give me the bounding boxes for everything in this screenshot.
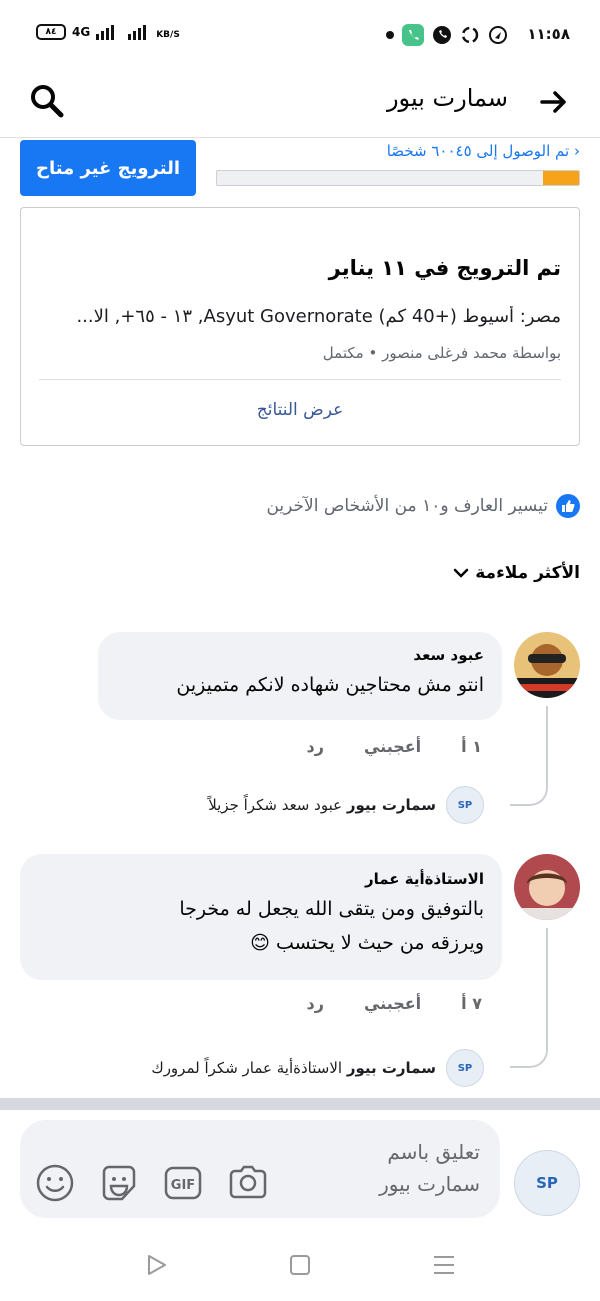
- comment-text: انتو مش محتاجين شهاده لانكم متميزين: [176, 674, 484, 696]
- reply-text-2: سمارت بيور الاستاذةأية عمار شكراً لمرورك: [151, 1059, 436, 1077]
- comment-text-line-2: ويرزقه من حيث لا يحتسب 😊: [38, 926, 484, 960]
- system-nav-bar: [0, 1240, 600, 1301]
- reply-body: عبود سعد شكراً جزيلاً: [208, 796, 343, 814]
- reply-thread-line: [510, 706, 548, 806]
- signal-icon-2: [128, 25, 147, 40]
- composer-icons: GIF: [34, 1162, 270, 1204]
- sort-dropdown[interactable]: الأكثر ملاءمة: [453, 563, 580, 583]
- like-count-2: ٧ أ: [461, 994, 482, 1013]
- like-icon: [556, 494, 580, 518]
- section-separator: [0, 1098, 600, 1110]
- status-right-icons: [386, 24, 508, 46]
- speed-unit: KB/S: [156, 30, 180, 40]
- arrow-right-icon[interactable]: [538, 86, 570, 118]
- battery-icon: ٨٤: [36, 24, 66, 40]
- comment-bubble[interactable]: عبود سعد انتو مش محتاجين شهاده لانكم متم…: [98, 632, 502, 720]
- network-label: 4G: [72, 25, 91, 39]
- comment-text-2: بالتوفيق ومن يتقى الله يجعل له مخرجا وير…: [38, 892, 484, 960]
- like-count: ١ أ: [461, 737, 482, 756]
- reactions-text: تيسير العارف و١٠ من الأشخاص الآخرين: [266, 496, 548, 516]
- promotion-card: تم الترويج في ١١ يناير مصر: أسيوط (+40 ك…: [20, 207, 580, 446]
- promotion-title: تم الترويج في ١١ يناير: [328, 256, 561, 280]
- status-left-icons: ٨٤ 4G KB/S: [36, 24, 180, 40]
- reply-author[interactable]: سمارت بيور: [347, 796, 436, 814]
- signal-icon: [96, 25, 115, 40]
- promotion-by-line: بواسطة محمد فرغلى منصور • مكتمل: [323, 344, 561, 362]
- promotion-status: مكتمل: [322, 344, 364, 362]
- reply-button-2[interactable]: رد: [307, 994, 324, 1013]
- smile-emoji-icon: 😊: [250, 932, 270, 954]
- like-button-2[interactable]: أعجبني: [364, 994, 421, 1013]
- view-results-link[interactable]: عرض النتائج: [21, 400, 579, 420]
- menu-icon[interactable]: [432, 1254, 456, 1276]
- commenter-avatar-2[interactable]: [514, 854, 580, 920]
- like-button[interactable]: أعجبني: [364, 737, 421, 756]
- promotion-author: بواسطة محمد فرغلى منصور: [382, 344, 561, 362]
- comment-text-line-2-text: ويرزقه من حيث لا يحتسب: [275, 932, 484, 954]
- page-title: سمارت بيور: [386, 84, 508, 112]
- reach-text: تم الوصول إلى ٦٠٠٤٥ شخصًا: [386, 142, 570, 160]
- reply-body-2: الاستاذةأية عمار شكراً لمرورك: [151, 1059, 343, 1077]
- whatsapp-icon: [433, 26, 451, 44]
- reach-progress-fill: [542, 171, 579, 185]
- reply-row[interactable]: SP سمارت بيور عبود سعد شكراً جزيلاً: [208, 786, 484, 824]
- boost-unavailable-button[interactable]: الترويج غير متاح: [20, 140, 196, 196]
- composer-placeholder-line-1: تعليق باسم: [387, 1140, 480, 1164]
- app-header: سمارت بيور: [0, 72, 600, 138]
- sync-icon: [461, 26, 479, 44]
- comment-composer[interactable]: تعليق باسم سمارت بيور GIF: [20, 1120, 500, 1218]
- reactions-summary[interactable]: تيسير العارف و١٠ من الأشخاص الآخرين: [266, 494, 580, 518]
- reach-chevron-icon: ‹: [574, 142, 580, 160]
- back-triangle-icon[interactable]: [146, 1253, 168, 1277]
- phone-app-icon: [402, 24, 424, 46]
- separator-dot: •: [363, 344, 378, 362]
- chevron-down-icon: [453, 568, 469, 578]
- location-icon: [489, 26, 507, 44]
- emoji-icon[interactable]: [34, 1162, 76, 1204]
- dot-icon: [386, 31, 394, 39]
- comment-author[interactable]: عبود سعد: [116, 646, 484, 664]
- card-divider: [39, 379, 561, 380]
- battery-level: ٨٤: [45, 27, 57, 37]
- page-avatar: SP: [446, 786, 484, 824]
- composer-placeholder: تعليق باسم سمارت بيور: [379, 1136, 480, 1200]
- page-avatar-2: SP: [446, 1049, 484, 1087]
- svg-text:GIF: GIF: [171, 1178, 195, 1193]
- sticker-icon[interactable]: [98, 1162, 140, 1204]
- promotion-targeting: مصر: أسيوط (+40 كم) Asyut Governorate, ١…: [76, 306, 561, 327]
- comment-text-line-1: بالتوفيق ومن يتقى الله يجعل له مخرجا: [179, 898, 484, 920]
- gif-icon[interactable]: GIF: [162, 1162, 204, 1204]
- comment-bubble-2[interactable]: الاستاذةأية عمار بالتوفيق ومن يتقى الله …: [20, 854, 502, 980]
- reply-button[interactable]: رد: [307, 737, 324, 756]
- home-square-icon[interactable]: [289, 1254, 311, 1276]
- composer-placeholder-line-2: سمارت بيور: [379, 1172, 480, 1196]
- reply-row-2[interactable]: SP سمارت بيور الاستاذةأية عمار شكراً لمر…: [151, 1049, 484, 1087]
- reply-text: سمارت بيور عبود سعد شكراً جزيلاً: [208, 796, 436, 814]
- sort-label: الأكثر ملاءمة: [475, 563, 580, 583]
- composer-avatar: SP: [514, 1150, 580, 1216]
- reply-author-2[interactable]: سمارت بيور: [347, 1059, 436, 1077]
- commenter-avatar[interactable]: [514, 632, 580, 698]
- comment-actions-2: ٧ أ أعجبني رد: [307, 994, 482, 1013]
- status-bar: ٨٤ 4G KB/S ١١:٥٨: [0, 0, 600, 72]
- reach-link[interactable]: ‹ تم الوصول إلى ٦٠٠٤٥ شخصًا: [387, 142, 580, 160]
- reply-thread-line-2: [510, 928, 548, 1068]
- comment-actions: ١ أ أعجبني رد: [307, 737, 482, 756]
- comment-author-2[interactable]: الاستاذةأية عمار: [38, 870, 484, 888]
- search-icon[interactable]: [28, 82, 66, 120]
- camera-icon[interactable]: [226, 1162, 270, 1204]
- reach-progress-bar: [216, 170, 580, 186]
- clock: ١١:٥٨: [527, 25, 570, 43]
